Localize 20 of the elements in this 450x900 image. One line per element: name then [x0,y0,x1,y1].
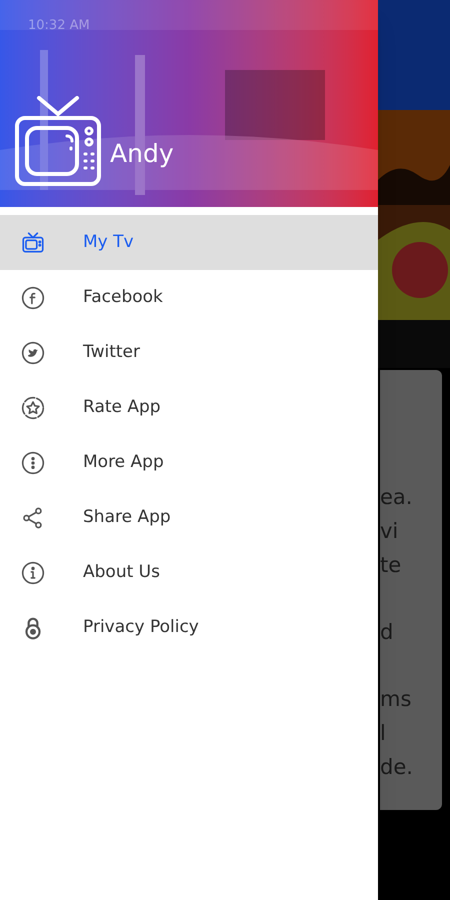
card-text: ea. [380,484,414,511]
drawer-item[interactable]: Share App [0,490,378,545]
card-text: de. [380,754,414,781]
info-icon [20,560,46,586]
drawer-item[interactable]: More App [0,435,378,490]
drawer-item[interactable]: My Tv [0,215,378,270]
facebook-icon [20,284,46,310]
drawer-item[interactable]: Rate App [0,380,378,435]
drawer-item[interactable]: Twitter [0,325,378,380]
card-text: vi [380,518,400,545]
twitter-icon [20,340,46,366]
more-icon [20,450,46,476]
card-text: d [380,619,394,646]
tv-icon [20,230,46,256]
card-text: te [380,552,402,579]
drawer-item[interactable]: Privacy Policy [0,600,378,655]
card-text: l [380,720,387,747]
card-text: ms [380,686,412,713]
drawer-item[interactable]: Facebook [0,270,378,325]
drawer-item[interactable]: About Us [0,545,378,600]
